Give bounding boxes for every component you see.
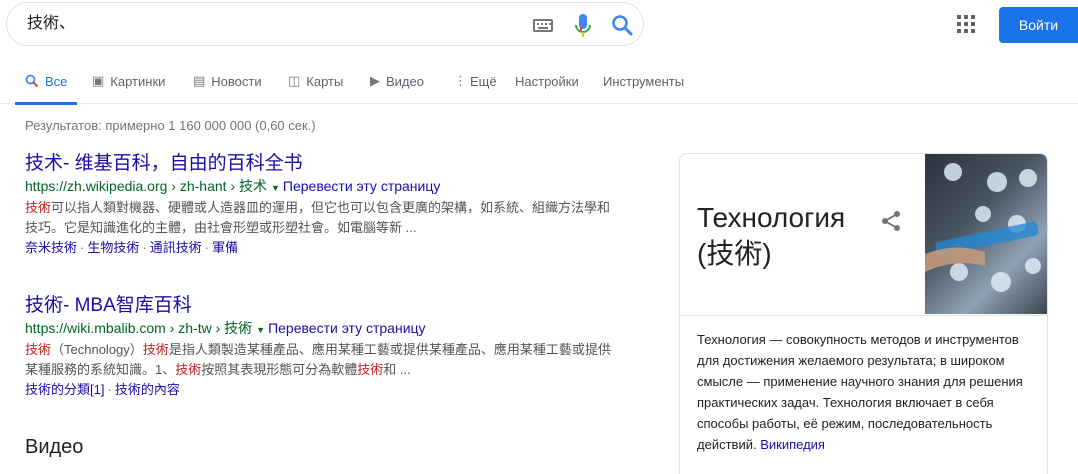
search-tabs: Все ▣ Картинки ▤ Новости ◫ Карты ▶ Видео… — [0, 58, 1078, 105]
tab-settings[interactable]: Настройки — [515, 58, 579, 104]
technology-image[interactable] — [925, 154, 1047, 314]
result-title-link[interactable]: 技术- 维基百科，自由的百科全书 — [25, 152, 625, 176]
result-url: https://zh.wikipedia.org › zh-hant › 技术 ▼… — [25, 176, 625, 198]
sitelink[interactable]: 技術的分類[1] — [25, 382, 104, 397]
share-icon[interactable] — [880, 210, 902, 232]
tab-news[interactable]: ▤ Новости — [193, 58, 262, 104]
map-icon: ◫ — [288, 73, 301, 88]
caret-down-icon[interactable]: ▼ — [256, 325, 265, 335]
result-sitelinks: 奈米技術 · 生物技術 · 通訊技術 · 軍備 — [25, 240, 239, 255]
result-url-text: https://zh.wikipedia.org › zh-hant › 技术 — [25, 178, 267, 194]
tab-all[interactable]: Все — [15, 58, 78, 105]
technology-illustration — [925, 163, 1041, 292]
video-icon: ▶ — [370, 73, 380, 88]
search-input[interactable]: 技術、 — [27, 14, 75, 34]
sitelink[interactable]: 通訊技術 — [150, 240, 202, 255]
result-snippet: 技術（Technology）技術是指人類製造某種產品、應用某種工藝或提供某種產品… — [25, 342, 611, 377]
more-vert-icon: ⋮ — [454, 73, 467, 88]
image-icon: ▣ — [92, 73, 105, 88]
wikipedia-source-link[interactable]: Википедия — [760, 437, 825, 452]
tab-images[interactable]: ▣ Картинки — [92, 58, 165, 104]
news-icon: ▤ — [193, 73, 206, 88]
result-url: https://wiki.mbalib.com › zh-tw › 技術 ▼ Пер… — [25, 318, 625, 340]
search-result: 技术- 维基百科，自由的百科全书 https://zh.wikipedia.or… — [25, 152, 625, 258]
knowledge-panel-divider — [680, 315, 1047, 316]
search-result: 技術- MBA智库百科 https://wiki.mbalib.com › zh… — [25, 294, 625, 400]
apps-grid-icon[interactable] — [957, 15, 975, 33]
result-sitelinks: 技術的分類[1] · 技術的內容 — [25, 382, 180, 397]
tab-maps[interactable]: ◫ Карты — [288, 58, 343, 104]
result-title-link[interactable]: 技術- MBA智库百科 — [25, 294, 625, 318]
sitelink[interactable]: 軍備 — [212, 240, 238, 255]
result-url-text: https://wiki.mbalib.com › zh-tw › 技術 — [25, 320, 253, 336]
sitelink[interactable]: 奈米技術 — [25, 240, 77, 255]
microphone-icon[interactable] — [575, 14, 591, 38]
tab-video[interactable]: ▶ Видео — [370, 58, 424, 104]
search-icon[interactable] — [611, 14, 633, 36]
search-box[interactable]: 技術、 — [6, 2, 644, 46]
tab-tools[interactable]: Инструменты — [603, 58, 684, 104]
knowledge-panel-description: Технология — совокупность методов и инст… — [697, 332, 1023, 452]
search-icon — [25, 74, 39, 88]
tab-more[interactable]: ⋮ Ещё — [454, 58, 497, 104]
knowledge-panel: Технология (技術) Технология — совокупност… — [679, 153, 1048, 474]
translate-link[interactable]: Перевести эту страницу — [283, 178, 440, 194]
sitelink[interactable]: 技術的內容 — [115, 382, 180, 397]
video-section-heading: Видео — [25, 436, 84, 458]
knowledge-panel-title: Технология (技術) — [697, 202, 846, 269]
signin-button[interactable]: Войти — [999, 7, 1078, 43]
result-snippet: 技術可以指人類對機器、硬體或人造器皿的運用，但它也可以包含更廣的架構，如系統、組… — [25, 200, 611, 235]
sitelink[interactable]: 生物技術 — [87, 240, 139, 255]
translate-link[interactable]: Перевести эту страницу — [268, 320, 425, 336]
keyboard-icon[interactable] — [533, 19, 553, 32]
result-stats: Результатов: примерно 1 160 000 000 (0,6… — [25, 118, 316, 133]
caret-down-icon[interactable]: ▼ — [271, 183, 280, 193]
